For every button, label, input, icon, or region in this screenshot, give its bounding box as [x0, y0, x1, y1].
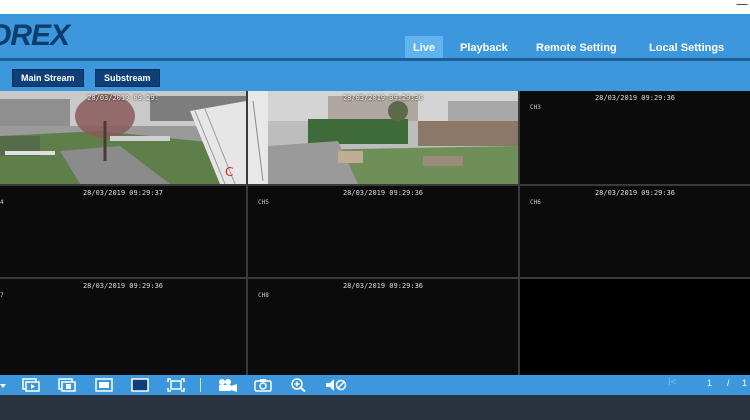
fit-window-icon[interactable]: [167, 378, 185, 392]
channel-7-label: 7: [0, 292, 4, 299]
window-title-bar: —: [0, 0, 750, 14]
dropdown-arrow-icon[interactable]: [0, 378, 8, 392]
video-cell-3[interactable]: 28/03/2019 09:29:36 CH3: [520, 91, 750, 184]
channel-4-label: 4: [0, 199, 4, 206]
channel-2-timestamp: 28/03/2019 09:29:36: [342, 94, 424, 102]
channel-3-label: CH3: [530, 104, 541, 111]
stream-toolbar: Main Stream Substream: [0, 61, 750, 91]
channel-1-timestamp: 28/03/2019 09:29:: [87, 94, 159, 102]
tab-remote-setting[interactable]: Remote Setting: [528, 36, 625, 60]
video-cell-9[interactable]: [520, 279, 750, 375]
app-header: OREX Live Playback Remote Setting Local …: [0, 14, 750, 60]
stop-all-icon[interactable]: [58, 378, 76, 392]
channel-6-timestamp: 28/03/2019 09:29:36: [594, 189, 676, 197]
camera-feed-2-image: [248, 91, 518, 184]
video-cell-1[interactable]: C 28/03/2019 09:29:: [0, 91, 246, 184]
channel-8-timestamp: 28/03/2019 09:29:36: [342, 282, 424, 290]
substream-button[interactable]: Substream: [95, 69, 160, 87]
video-cell-2[interactable]: 28/03/2019 09:29:36: [248, 91, 518, 184]
status-area: [0, 395, 750, 420]
video-cell-7[interactable]: 28/03/2019 09:29:36 7: [0, 279, 246, 375]
snapshot-icon[interactable]: [254, 378, 272, 392]
toolbar-separator: [200, 378, 201, 392]
tab-live[interactable]: Live: [405, 36, 444, 60]
pager-separator: /: [727, 378, 730, 388]
main-stream-button[interactable]: Main Stream: [12, 69, 84, 87]
minimize-icon[interactable]: —: [736, 0, 748, 11]
video-cell-8[interactable]: 28/03/2019 09:29:36 CH8: [248, 279, 518, 375]
play-all-icon[interactable]: [22, 378, 40, 392]
mute-icon[interactable]: [325, 378, 347, 392]
single-view-icon[interactable]: [95, 378, 113, 392]
channel-4-timestamp: 28/03/2019 09:29:37: [82, 189, 164, 197]
channel-8-label: CH8: [258, 292, 269, 299]
video-cell-6[interactable]: 28/03/2019 09:29:36 CH6: [520, 186, 750, 277]
record-icon[interactable]: [218, 378, 238, 392]
camera-feed-1-image: C: [0, 91, 246, 184]
live-toolbar: I< 1 / 1: [0, 375, 750, 395]
tab-playback[interactable]: Playback: [452, 36, 516, 60]
pager-current-page: 1: [707, 378, 713, 388]
tab-local-settings[interactable]: Local Settings: [641, 36, 732, 60]
brand-logo: OREX: [0, 19, 70, 52]
pager-total-pages: 1: [742, 378, 748, 388]
video-cell-4[interactable]: 28/03/2019 09:29:37 4: [0, 186, 246, 277]
svg-text:C: C: [225, 165, 233, 179]
channel-3-timestamp: 28/03/2019 09:29:36: [594, 94, 676, 102]
channel-5-label: CH5: [258, 199, 269, 206]
video-cell-5[interactable]: 28/03/2019 09:29:36 CH5: [248, 186, 518, 277]
fullscreen-view-icon[interactable]: [131, 378, 149, 392]
channel-5-timestamp: 28/03/2019 09:29:36: [342, 189, 424, 197]
channel-7-timestamp: 28/03/2019 09:29:36: [82, 282, 164, 290]
pager-prev-button[interactable]: I<: [668, 377, 677, 388]
zoom-in-icon[interactable]: [290, 378, 308, 392]
channel-6-label: CH6: [530, 199, 541, 206]
video-grid: C 28/03/2019 09:29: 28/03/2019 09:29:36 …: [0, 91, 750, 375]
